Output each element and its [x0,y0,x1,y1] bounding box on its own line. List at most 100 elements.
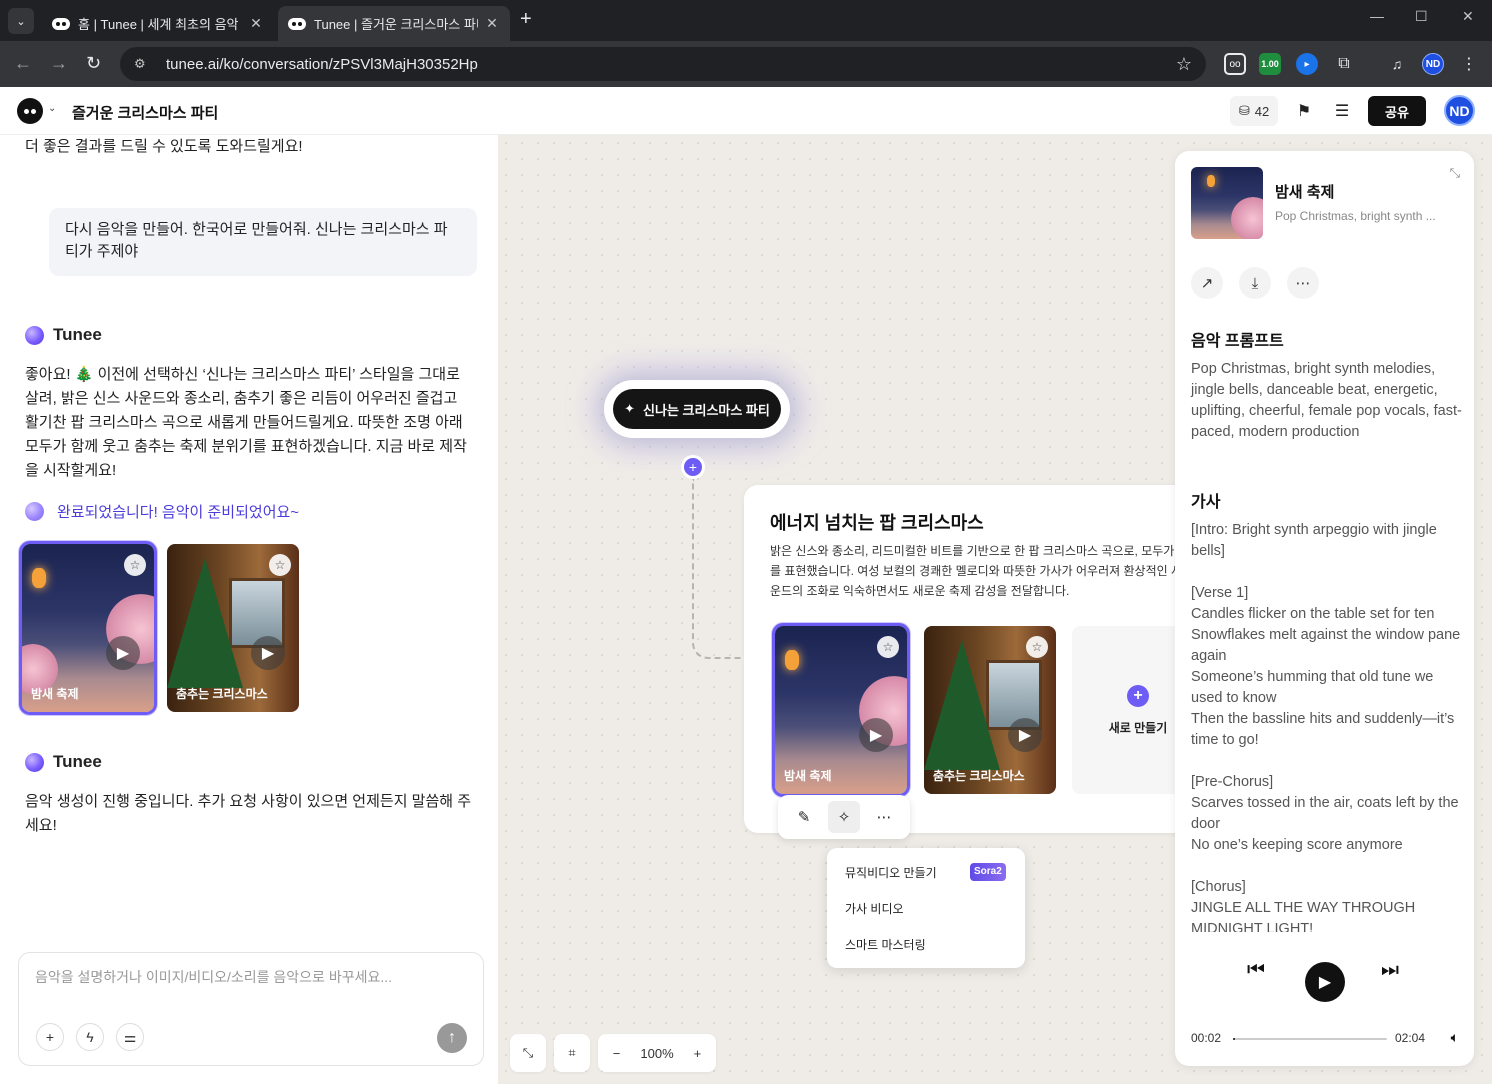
close-tab-icon[interactable]: ✕ [248,15,264,32]
conversation-title: 즐거운 크리스마스 파티 [72,105,219,122]
more-options-icon[interactable]: ⋯ [868,801,900,833]
tab-title: 홈 | Tunee | 세계 최초의 음악 [78,17,239,32]
counter-extension-icon[interactable]: 1.00 [1259,53,1281,75]
sparkle-icon: ✦ [624,401,636,416]
close-window-button[interactable]: ✕ [1462,8,1474,25]
site-settings-icon[interactable]: ⚙ [134,56,152,72]
favorite-star-icon[interactable]: ☆ [1026,636,1048,658]
dexie-extension-icon[interactable]: ▸ [1296,53,1318,75]
tunee-orb-icon [25,502,44,521]
collapse-panel-icon[interactable]: ⤡ [1450,165,1460,181]
browser-tabbar: ⌄ 홈 | Tunee | 세계 최초의 음악 ✕ Tunee | 즐거운 크리… [0,0,1492,41]
track-card-dancing-christmas[interactable]: ☆ ▶ 춤추는 크리스마스 [924,626,1056,794]
menu-item-smart-mastering[interactable]: 스마트 마스터링 [845,936,926,953]
next-track-icon[interactable]: ⏭ [1381,959,1399,982]
track-title: 밤새 축제 [784,769,832,783]
lyrics-line [1191,562,1463,583]
glasses-extension-icon[interactable]: oo [1224,53,1246,75]
media-control-icon[interactable]: ♫ [1386,53,1408,75]
tunee-orb-icon [25,325,44,345]
play-button[interactable]: ▶ [1305,962,1345,1002]
play-icon[interactable]: ▶ [1008,718,1042,752]
collapse-icon[interactable]: ⤡ [510,1034,546,1072]
browser-tab-conversation[interactable]: Tunee | 즐거운 크리스마스 파티 ✕ [278,6,510,41]
track-card-night-festival[interactable]: ☆ ▶ 밤새 축제 [772,623,910,797]
bookmark-star-icon[interactable]: ☆ [1176,54,1192,75]
menu-item-lyric-video[interactable]: 가사 비디오 [845,900,904,917]
add-node-button[interactable]: + [684,458,702,476]
address-bar[interactable]: ⚙ tunee.ai/ko/conversation/zPSVl3MajH303… [120,47,1206,81]
maximize-window-button[interactable]: ☐ [1415,8,1428,25]
result-card-title: 에너지 넘치는 팝 크리스마스 [770,513,984,533]
workflow-canvas[interactable]: ✦ 신나는 크리스마스 파티 + 에너지 넘치는 팝 크리스마스 밝은 신스와 … [498,135,1492,1084]
tab-search-button[interactable]: ⌄ [8,8,34,34]
more-options-icon[interactable]: ⋯ [1287,267,1319,299]
tab-title: Tunee | 즐거운 크리스마스 파티 [314,17,478,32]
share-button[interactable]: 공유 [1368,96,1426,126]
lyrics-line: Then the bassline hits and suddenly—it’s… [1191,711,1455,748]
app-header: ⌄ 즐거운 크리스마스 파티 ⛁ 42 ⚑ ☰ 공유 ND [0,87,1492,135]
close-tab-icon[interactable]: ✕ [484,15,500,32]
menu-item-music-video[interactable]: 뮤직비디오 만들기 [845,864,937,881]
profile-initials: ND [1425,58,1441,70]
tunee-logo[interactable] [17,98,43,124]
plus-icon: + [1127,684,1149,707]
browser-tab-home[interactable]: 홈 | Tunee | 세계 최초의 음악 ✕ [42,6,274,41]
previous-message-text: 더 좋은 결과를 드릴 수 있도록 도와드릴게요! [25,138,303,155]
zoom-group: − 100% + [598,1034,716,1072]
blossom-graphic [1231,197,1263,239]
add-attachment-button[interactable]: + [36,1023,64,1051]
magic-menu: 뮤직비디오 만들기 Sora2 가사 비디오 스마트 마스터링 [827,848,1025,968]
minimize-window-button[interactable]: — [1370,8,1384,24]
sort-list-icon[interactable]: ☰ [1327,96,1357,126]
current-time: 00:02 [1191,1031,1222,1045]
bot-header: Tunee [25,325,102,345]
favorite-star-icon[interactable]: ☆ [124,554,146,576]
zoom-in-button[interactable]: + [694,1046,702,1061]
lightning-icon[interactable]: ϟ [76,1023,104,1051]
previous-track-icon[interactable]: ⏮ [1247,959,1265,982]
player-track-subtitle: Pop Christmas, bright synth ... [1275,209,1436,223]
progress-bar[interactable] [1233,1038,1387,1040]
result-card[interactable]: 에너지 넘치는 팝 크리스마스 밝은 신스와 종소리, 리드미컬한 비트를 기반… [744,485,1244,833]
settings-sliders-icon[interactable]: ⚌ [116,1023,144,1051]
play-icon[interactable]: ▶ [859,718,893,752]
track-card-night-festival[interactable]: ☆ ▶ 밤새 축제 [19,541,157,715]
prompt-node[interactable]: ✦ 신나는 크리스마스 파티 [604,380,790,438]
download-icon[interactable]: ⤓ [1239,267,1271,299]
magic-wand-icon[interactable]: ✧ [828,801,860,833]
credits-badge[interactable]: ⛁ 42 [1230,96,1278,126]
profile-avatar[interactable]: ND [1422,53,1444,75]
fit-view-icon[interactable]: ⌗ [554,1034,590,1072]
playback-timeline[interactable]: 00:02 02:04 🔈︎ [1191,1029,1459,1047]
message-composer[interactable]: 음악을 설명하거나 이미지/비디오/소리를 음악으로 바꾸세요... + ϟ ⚌… [18,952,484,1066]
back-button[interactable]: ← [14,53,32,74]
send-button[interactable]: ↑ [437,1023,467,1053]
favorite-star-icon[interactable]: ☆ [877,636,899,658]
open-external-icon[interactable]: ↗ [1191,267,1223,299]
forward-button[interactable]: → [50,53,68,74]
new-make-label: 새로 만들기 [1108,720,1168,735]
user-message: 다시 음악을 만들어. 한국어로 만들어줘. 신나는 크리스마스 파티가 주제야 [49,208,477,276]
lyrics-text[interactable]: [Intro: Bright synth arpeggio with jingl… [1191,520,1463,932]
chevron-down-icon[interactable]: ⌄ [48,103,56,114]
volume-icon[interactable]: 🔈︎ [1451,1029,1459,1046]
composer-placeholder[interactable]: 음악을 설명하거나 이미지/비디오/소리를 음악으로 바꾸세요... [35,967,392,987]
browser-menu-icon[interactable]: ⋮ [1458,53,1480,75]
lyrics-line: [Intro: Bright synth arpeggio with jingl… [1191,522,1437,559]
favorite-star-icon[interactable]: ☆ [269,554,291,576]
play-icon[interactable]: ▶ [251,636,285,670]
track-card-dancing-christmas[interactable]: ☆ ▶ 춤추는 크리스마스 [167,544,299,712]
zoom-out-button[interactable]: − [613,1046,621,1061]
bot-reply: 좋아요! 🎄 이전에 선택하신 ‘신나는 크리스마스 파티’ 스타일을 그대로 … [25,366,467,479]
flag-icon[interactable]: ⚑ [1289,96,1319,126]
reload-button[interactable]: ↻ [86,53,101,74]
new-tab-button[interactable]: + [520,8,532,31]
edit-icon[interactable]: ✎ [788,801,820,833]
play-icon[interactable]: ▶ [106,636,140,670]
player-track-title: 밤새 축제 [1275,184,1335,201]
lyrics-line: No one’s keeping score anymore [1191,837,1403,853]
user-avatar[interactable]: ND [1444,95,1475,126]
lyrics-line: JINGLE ALL THE WAY THROUGH MIDNIGHT LIGH… [1191,900,1416,932]
puzzle-extension-icon[interactable]: ⧉ [1333,53,1355,75]
